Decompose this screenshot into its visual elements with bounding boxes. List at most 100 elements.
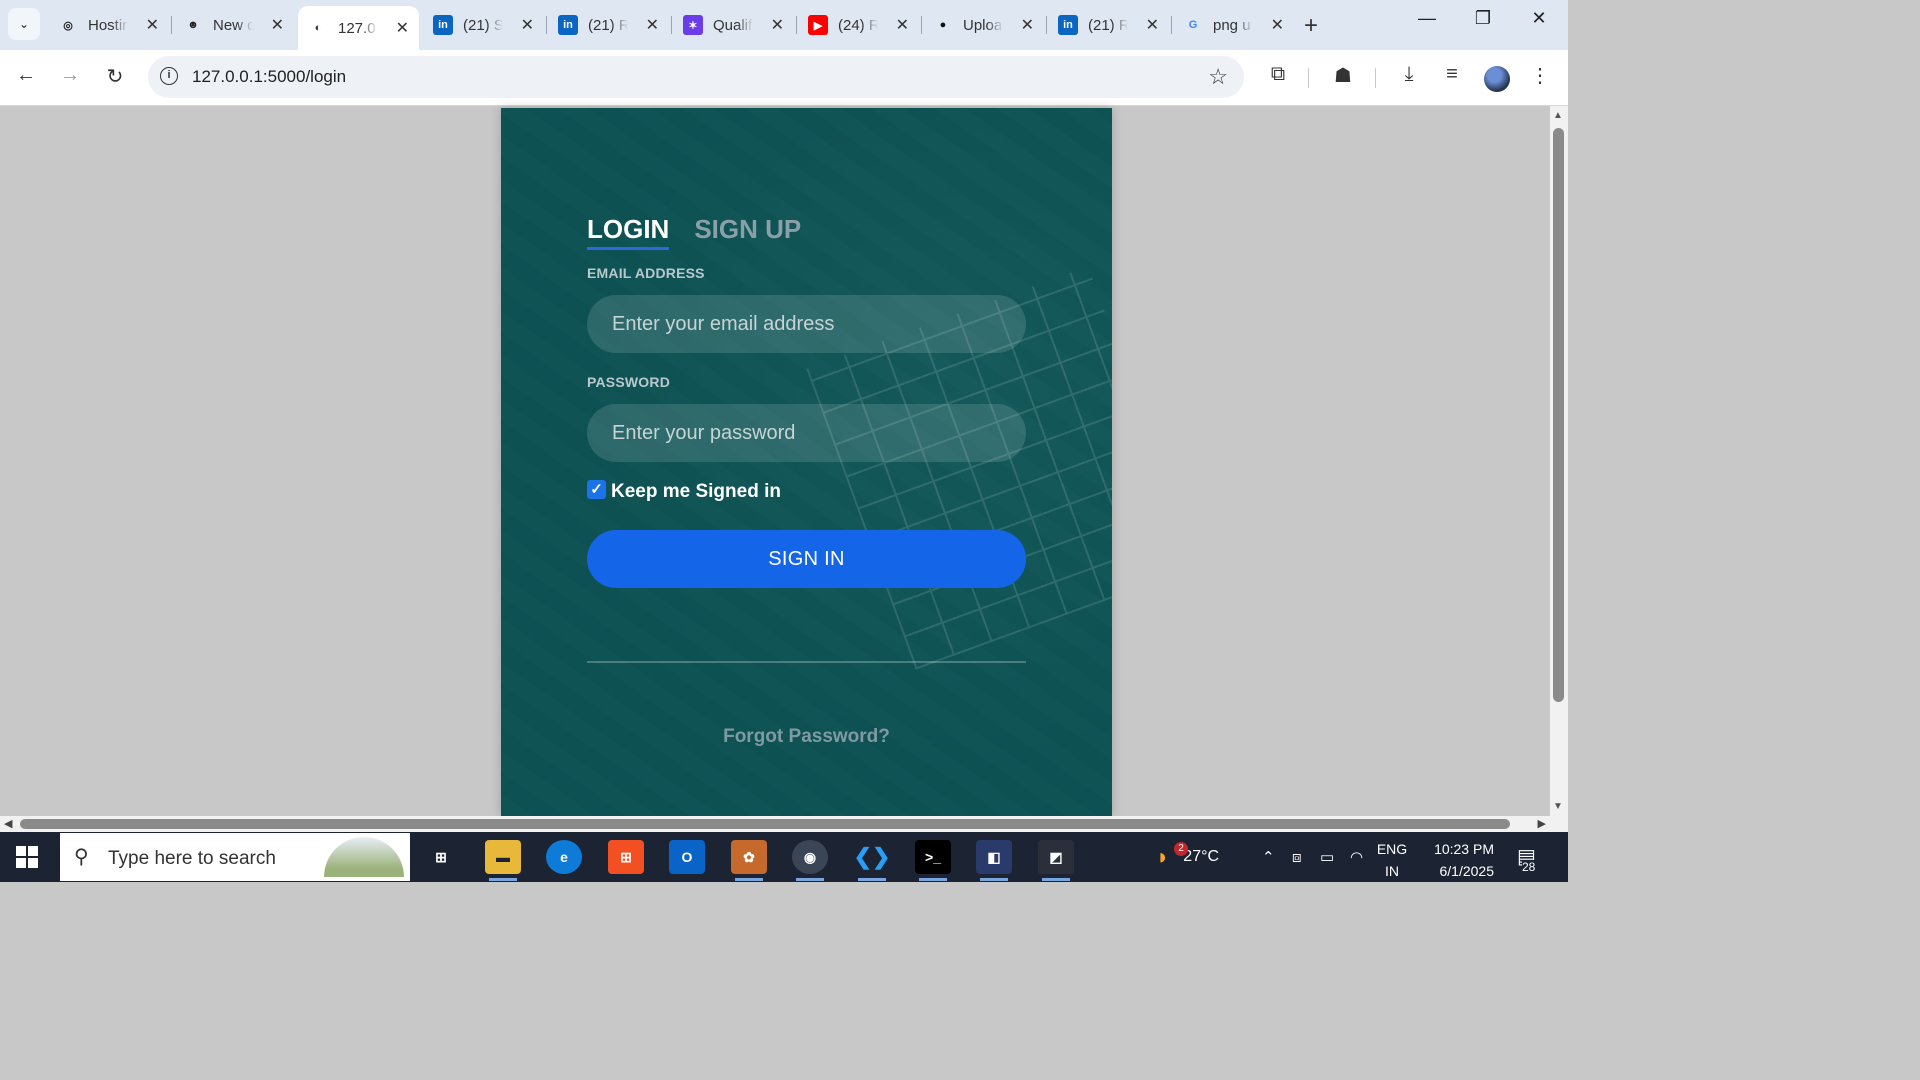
meet-now-icon[interactable]: ⧈ xyxy=(1292,832,1302,882)
browser-tab[interactable]: ✶ Qualif ✕ xyxy=(673,8,794,42)
wifi-icon[interactable]: ◠ xyxy=(1350,832,1363,882)
language-indicator[interactable]: ENG IN xyxy=(1370,838,1414,882)
bookmark-star-icon[interactable]: ☆ xyxy=(1208,64,1228,90)
microsoft-store-icon[interactable]: ⊞ xyxy=(608,840,644,874)
browser-tab[interactable]: ● Uploa ✕ xyxy=(923,8,1044,42)
browser-tab-title: Hostir xyxy=(88,16,128,34)
browser-tab-bar: ⌄ ◎ Hostir ✕ ☻ New c ✕ ◐ 127.0. ✕ in (21) S ✕ in (21)… xyxy=(0,0,1568,50)
mysql-shell-icon[interactable]: ◧ xyxy=(976,840,1012,881)
taskbar-search-box[interactable]: ⚲ Type here to search xyxy=(60,833,410,881)
tab-separator xyxy=(671,16,672,34)
browser-tab-title: (21) R xyxy=(1088,16,1128,34)
file-explorer-icon[interactable]: ▬ xyxy=(485,840,521,881)
restore-icon[interactable]: ❐ xyxy=(1460,8,1506,29)
search-highlight-illustration xyxy=(324,837,404,877)
close-tab-icon[interactable]: ✕ xyxy=(646,15,659,35)
back-arrow-icon[interactable]: ← xyxy=(12,64,40,87)
taskbar-search-placeholder: Type here to search xyxy=(108,848,276,869)
browser-tab-title: png u xyxy=(1213,16,1251,34)
tab-separator xyxy=(921,16,922,34)
scroll-down-arrow-icon[interactable]: ▼ xyxy=(1553,801,1563,812)
vertical-scrollbar[interactable]: ▲ ▼ xyxy=(1550,106,1568,816)
close-tab-icon[interactable]: ✕ xyxy=(1146,15,1159,35)
keep-signed-in-label[interactable]: Keep me Signed in xyxy=(611,481,781,503)
page-viewport: LOGIN SIGN UP EMAIL ADDRESS PASSWORD ✓ K… xyxy=(0,106,1550,816)
incognito-icon[interactable]: ☗ xyxy=(1328,63,1358,88)
close-tab-icon[interactable]: ✕ xyxy=(896,15,909,35)
browser-tab[interactable]: ▶ (24) R ✕ xyxy=(798,8,919,42)
clock-time: 10:23 PM xyxy=(1434,841,1494,857)
browser-tab[interactable]: ◎ Hostir ✕ xyxy=(48,8,169,42)
linkedin-icon: in xyxy=(558,15,578,35)
close-tab-icon[interactable]: ✕ xyxy=(396,18,409,38)
download-icon[interactable]: ⤓ xyxy=(1394,63,1424,86)
notification-count: 28 xyxy=(1522,860,1536,874)
scroll-right-arrow-icon[interactable]: ▶ xyxy=(1538,817,1546,830)
horizontal-scrollbar[interactable]: ◀ ▶ xyxy=(0,816,1550,832)
password-field[interactable] xyxy=(587,404,1026,462)
system-clock[interactable]: 10:23 PM 6/1/2025 xyxy=(1424,838,1494,882)
clock-date: 6/1/2025 xyxy=(1439,863,1495,879)
chrome-icon[interactable]: ◉ xyxy=(792,840,828,881)
close-tab-icon[interactable]: ✕ xyxy=(771,15,784,35)
address-bar[interactable]: i 127.0.0.1:5000/login ☆ xyxy=(148,56,1244,98)
vscode-icon[interactable]: ❮❯ xyxy=(854,840,890,881)
browser-tab-title: 127.0. xyxy=(338,19,378,37)
tab-separator xyxy=(171,16,172,34)
copilot-app-icon[interactable]: ✿ xyxy=(731,840,767,881)
browser-tab[interactable]: in (21) R ✕ xyxy=(548,8,669,42)
notification-center-icon[interactable]: ▤ 28 xyxy=(1514,842,1550,874)
media-control-icon[interactable]: ≡ xyxy=(1437,63,1467,86)
close-tab-icon[interactable]: ✕ xyxy=(1021,15,1034,35)
battery-icon[interactable]: ▭ xyxy=(1320,832,1334,882)
sign-in-button[interactable]: SIGN IN xyxy=(587,530,1026,588)
minimize-icon[interactable]: — xyxy=(1404,8,1450,29)
email-field[interactable] xyxy=(587,295,1026,353)
login-card: LOGIN SIGN UP EMAIL ADDRESS PASSWORD ✓ K… xyxy=(501,108,1112,816)
tab-login[interactable]: LOGIN xyxy=(587,214,670,250)
weather-widget[interactable]: ◗ 2 27°C xyxy=(1156,832,1219,882)
qualifier-icon: ✶ xyxy=(683,15,703,35)
tab-search-chevron-icon[interactable]: ⌄ xyxy=(8,8,40,40)
terminal-icon[interactable]: >_ xyxy=(915,840,951,881)
browser-tab-title: Uploa xyxy=(963,16,1003,34)
browser-tab[interactable]: in (21) S ✕ xyxy=(423,8,544,42)
menu-kebab-icon[interactable]: ⋮ xyxy=(1525,63,1555,88)
close-tab-icon[interactable]: ✕ xyxy=(146,15,159,35)
browser-tab[interactable]: ◐ 127.0. ✕ xyxy=(298,6,419,50)
scroll-left-arrow-icon[interactable]: ◀ xyxy=(4,817,12,830)
address-url[interactable]: 127.0.0.1:5000/login xyxy=(192,67,346,87)
forward-arrow-icon[interactable]: → xyxy=(56,64,84,87)
horizontal-scroll-thumb[interactable] xyxy=(20,819,1510,829)
outlook-icon[interactable]: O xyxy=(669,840,705,874)
site-info-icon[interactable]: i xyxy=(160,67,178,85)
browser-tab-title: (21) S xyxy=(463,16,503,34)
task-view-icon[interactable]: ⊞ xyxy=(423,840,459,874)
edge-browser-icon[interactable]: e xyxy=(546,840,582,874)
tab-separator xyxy=(1171,16,1172,34)
reload-icon[interactable]: ↻ xyxy=(101,64,129,89)
scroll-up-arrow-icon[interactable]: ▲ xyxy=(1553,110,1563,121)
tab-signup[interactable]: SIGN UP xyxy=(694,214,801,250)
close-tab-icon[interactable]: ✕ xyxy=(521,15,534,35)
divider xyxy=(587,661,1026,663)
temperature: 27°C xyxy=(1183,848,1220,865)
windows-start-icon[interactable] xyxy=(16,846,38,868)
recording-app-icon[interactable]: ◩ xyxy=(1038,840,1074,881)
email-label: EMAIL ADDRESS xyxy=(587,265,705,281)
forgot-password-link[interactable]: Forgot Password? xyxy=(501,726,1112,748)
extensions-puzzle-icon[interactable]: ⧉ xyxy=(1263,63,1293,86)
close-tab-icon[interactable]: ✕ xyxy=(271,15,284,35)
search-icon: ⚲ xyxy=(74,846,89,868)
new-tab-plus-icon[interactable]: + xyxy=(1304,12,1318,40)
browser-tab[interactable]: Gpng u ✕ xyxy=(1173,8,1294,42)
hidden-icons-chevron-icon[interactable]: ⌃ xyxy=(1262,832,1275,882)
close-tab-icon[interactable]: ✕ xyxy=(1271,15,1284,35)
browser-tab[interactable]: in (21) R ✕ xyxy=(1048,8,1169,42)
vertical-scroll-thumb[interactable] xyxy=(1553,128,1564,702)
close-window-icon[interactable]: ✕ xyxy=(1516,8,1562,29)
language-region: IN xyxy=(1385,863,1399,879)
keep-signed-in-checkbox[interactable]: ✓ xyxy=(587,480,606,499)
browser-tab[interactable]: ☻ New c ✕ xyxy=(173,8,294,42)
profile-avatar[interactable] xyxy=(1484,66,1510,92)
